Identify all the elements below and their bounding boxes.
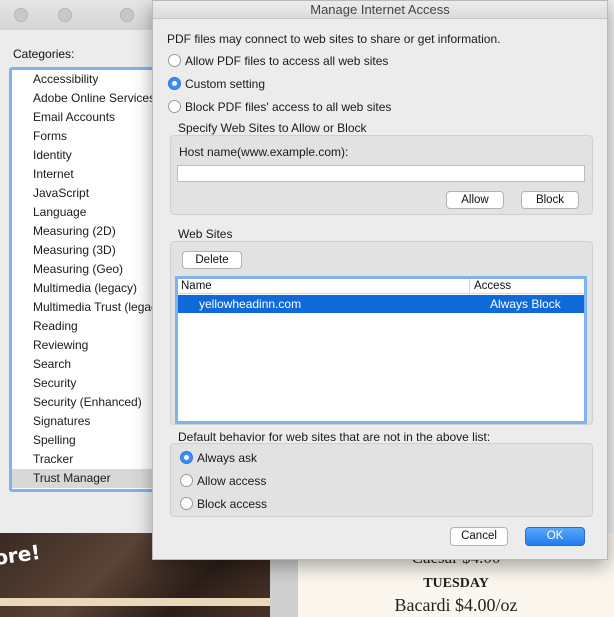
allow-all-label[interactable]: Allow PDF files to access all web sites: [185, 54, 388, 68]
always-ask-label[interactable]: Always ask: [197, 451, 257, 465]
menu-line-tuesday: TUESDAY: [423, 576, 489, 591]
allow-access-label[interactable]: Allow access: [197, 474, 266, 488]
ok-button[interactable]: OK: [525, 527, 585, 546]
promo-text: ore!: [0, 539, 42, 571]
allow-access-radio[interactable]: [180, 474, 193, 487]
cancel-button[interactable]: Cancel: [450, 527, 508, 546]
row-site-name: yellowheadinn.com: [199, 297, 302, 311]
menu-line-bacardi: Bacardi $4.00/oz: [394, 595, 518, 615]
websites-table[interactable]: Name Access yellowheadinn.com Always Blo…: [175, 276, 587, 424]
allow-button[interactable]: Allow: [446, 191, 504, 209]
block-access-label[interactable]: Block access: [197, 497, 267, 511]
toolbar-button-icon: [58, 8, 72, 22]
always-ask-radio[interactable]: [180, 451, 193, 464]
delete-button[interactable]: Delete: [182, 251, 242, 269]
table-row[interactable]: yellowheadinn.com Always Block: [178, 295, 584, 313]
block-all-label[interactable]: Block PDF files' access to all web sites: [185, 100, 391, 114]
block-access-radio[interactable]: [180, 497, 193, 510]
specify-group: Host name(www.example.com): Allow Block: [170, 135, 593, 215]
column-header-access[interactable]: Access: [471, 279, 584, 294]
default-behavior-label: Default behavior for web sites that are …: [178, 430, 491, 444]
custom-setting-radio[interactable]: [168, 77, 181, 90]
default-behavior-group: Always ask Allow access Block access: [170, 443, 593, 517]
custom-setting-label[interactable]: Custom setting: [185, 77, 265, 91]
photo-stripe: [0, 598, 270, 606]
toolbar-button-icon: [14, 8, 28, 22]
categories-label: Categories:: [13, 47, 75, 61]
toolbar-button-icon: [120, 8, 134, 22]
specify-header: Specify Web Sites to Allow or Block: [178, 121, 367, 135]
dialog-title: Manage Internet Access: [153, 1, 607, 19]
host-name-input[interactable]: [177, 165, 585, 182]
block-button[interactable]: Block: [521, 191, 579, 209]
websites-group: Delete Name Access yellowheadinn.com Alw…: [170, 241, 593, 425]
host-label: Host name(www.example.com):: [179, 145, 349, 159]
manage-internet-access-dialog: Manage Internet Access PDF files may con…: [152, 0, 608, 560]
block-all-radio[interactable]: [168, 100, 181, 113]
row-access-value: Always Block: [490, 297, 561, 311]
websites-header: Web Sites: [178, 227, 233, 241]
background-edge: [608, 0, 614, 560]
column-header-name[interactable]: Name: [178, 279, 470, 294]
intro-text: PDF files may connect to web sites to sh…: [167, 32, 501, 46]
allow-all-radio[interactable]: [168, 54, 181, 67]
